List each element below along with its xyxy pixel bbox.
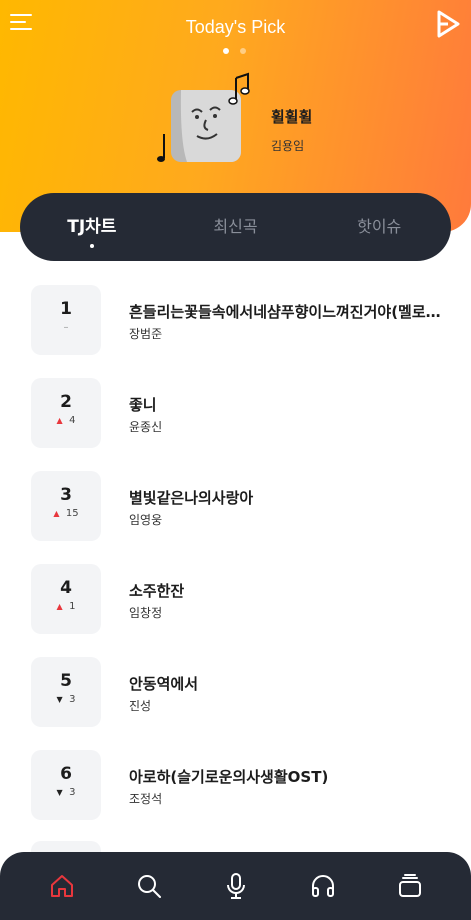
- rank-number: 1: [60, 299, 72, 319]
- chart-row[interactable]: 2 ▲ 4 좋니 윤종신: [0, 377, 471, 470]
- rank-change: –: [31, 322, 101, 333]
- nav-search[interactable]: [124, 861, 174, 911]
- no-change-indicator: –: [63, 322, 69, 333]
- album-art[interactable]: [150, 72, 260, 172]
- carousel-dot[interactable]: [240, 48, 246, 54]
- song-title: 아로하(슬기로운의사생활OST): [129, 768, 329, 786]
- rank-up-icon: ▲: [56, 602, 63, 611]
- tab-hot-issue[interactable]: 핫이슈: [307, 193, 451, 261]
- pick-artist-name: 김용임: [271, 139, 305, 153]
- rank-change: ▼ 3: [31, 694, 101, 705]
- nav-library[interactable]: [385, 861, 435, 911]
- microphone-icon: [226, 873, 245, 899]
- rank-change: ▲ 15: [31, 508, 101, 519]
- nav-listen[interactable]: [298, 861, 348, 911]
- rank-number: 4: [60, 578, 72, 598]
- banner-title: Today's Pick: [185, 17, 286, 37]
- song-title: 안동역에서: [129, 675, 199, 693]
- carousel-dots: [223, 48, 246, 54]
- song-artist: 진성: [129, 699, 152, 713]
- headphones-icon: [311, 875, 334, 897]
- song-artist: 윤종신: [129, 420, 163, 434]
- rank-badge: 1 –: [31, 285, 101, 355]
- rank-badge: 6 ▼ 3: [31, 750, 101, 820]
- rank-badge: 5 ▼ 3: [31, 657, 101, 727]
- rank-change-value: 4: [69, 415, 76, 426]
- rank-number: 2: [60, 392, 72, 412]
- rank-change: ▼ 3: [31, 787, 101, 798]
- rank-down-icon: ▼: [56, 695, 63, 704]
- rank-down-icon: ▼: [56, 788, 63, 797]
- chart-row[interactable]: 6 ▼ 3 아로하(슬기로운의사생활OST) 조정석: [0, 749, 471, 842]
- home-icon: [50, 875, 73, 897]
- pick-song-title: 휠휠휠: [271, 108, 313, 126]
- tab-new-songs[interactable]: 최신곡: [164, 193, 308, 261]
- chart-row[interactable]: 5 ▼ 3 안동역에서 진성: [0, 656, 471, 749]
- rank-change: ▲ 4: [31, 415, 101, 426]
- rank-up-icon: ▲: [56, 416, 63, 425]
- bottom-navigation: [0, 852, 471, 920]
- carousel-dot[interactable]: [223, 48, 229, 54]
- song-artist: 임창정: [129, 606, 163, 620]
- song-title: 별빛같은나의사랑아: [129, 489, 254, 507]
- tab-tj-chart[interactable]: TJ차트: [20, 193, 164, 261]
- song-title: 소주한잔: [129, 582, 185, 600]
- library-icon: [398, 874, 421, 897]
- search-icon: [137, 875, 161, 898]
- rank-change: ▲ 1: [31, 601, 101, 612]
- rank-up-icon: ▲: [53, 509, 60, 518]
- nav-sing[interactable]: [211, 861, 261, 911]
- song-artist: 임영웅: [129, 513, 163, 527]
- song-artist: 조정석: [129, 792, 163, 806]
- song-title: 흔들리는꽃들속에서네샴푸향이느껴진거야(멜로…: [129, 303, 441, 321]
- rank-change-value: 1: [69, 601, 76, 612]
- rank-badge: 2 ▲ 4: [31, 378, 101, 448]
- rank-number: 5: [60, 671, 72, 691]
- nav-home[interactable]: [37, 861, 87, 911]
- rank-change-value: 3: [69, 787, 76, 798]
- chart-row[interactable]: 4 ▲ 1 소주한잔 임창정: [0, 563, 471, 656]
- rank-number: 6: [60, 764, 72, 784]
- rank-change-value: 15: [65, 508, 79, 519]
- chart-tabs: TJ차트 최신곡 핫이슈: [20, 193, 451, 261]
- rank-badge: 4 ▲ 1: [31, 564, 101, 634]
- song-title: 좋니: [129, 396, 157, 414]
- chart-list: 1 – 흔들리는꽃들속에서네샴푸향이느껴진거야(멜로… 장범준 2 ▲ 4 좋니…: [0, 284, 471, 842]
- chart-row[interactable]: 3 ▲ 15 별빛같은나의사랑아 임영웅: [0, 470, 471, 563]
- play-logo-icon[interactable]: [435, 10, 461, 38]
- rank-badge: 3 ▲ 15: [31, 471, 101, 541]
- rank-number: 3: [60, 485, 72, 505]
- song-artist: 장범준: [129, 327, 163, 341]
- chart-row[interactable]: 1 – 흔들리는꽃들속에서네샴푸향이느껴진거야(멜로… 장범준: [0, 284, 471, 377]
- rank-change-value: 3: [69, 694, 76, 705]
